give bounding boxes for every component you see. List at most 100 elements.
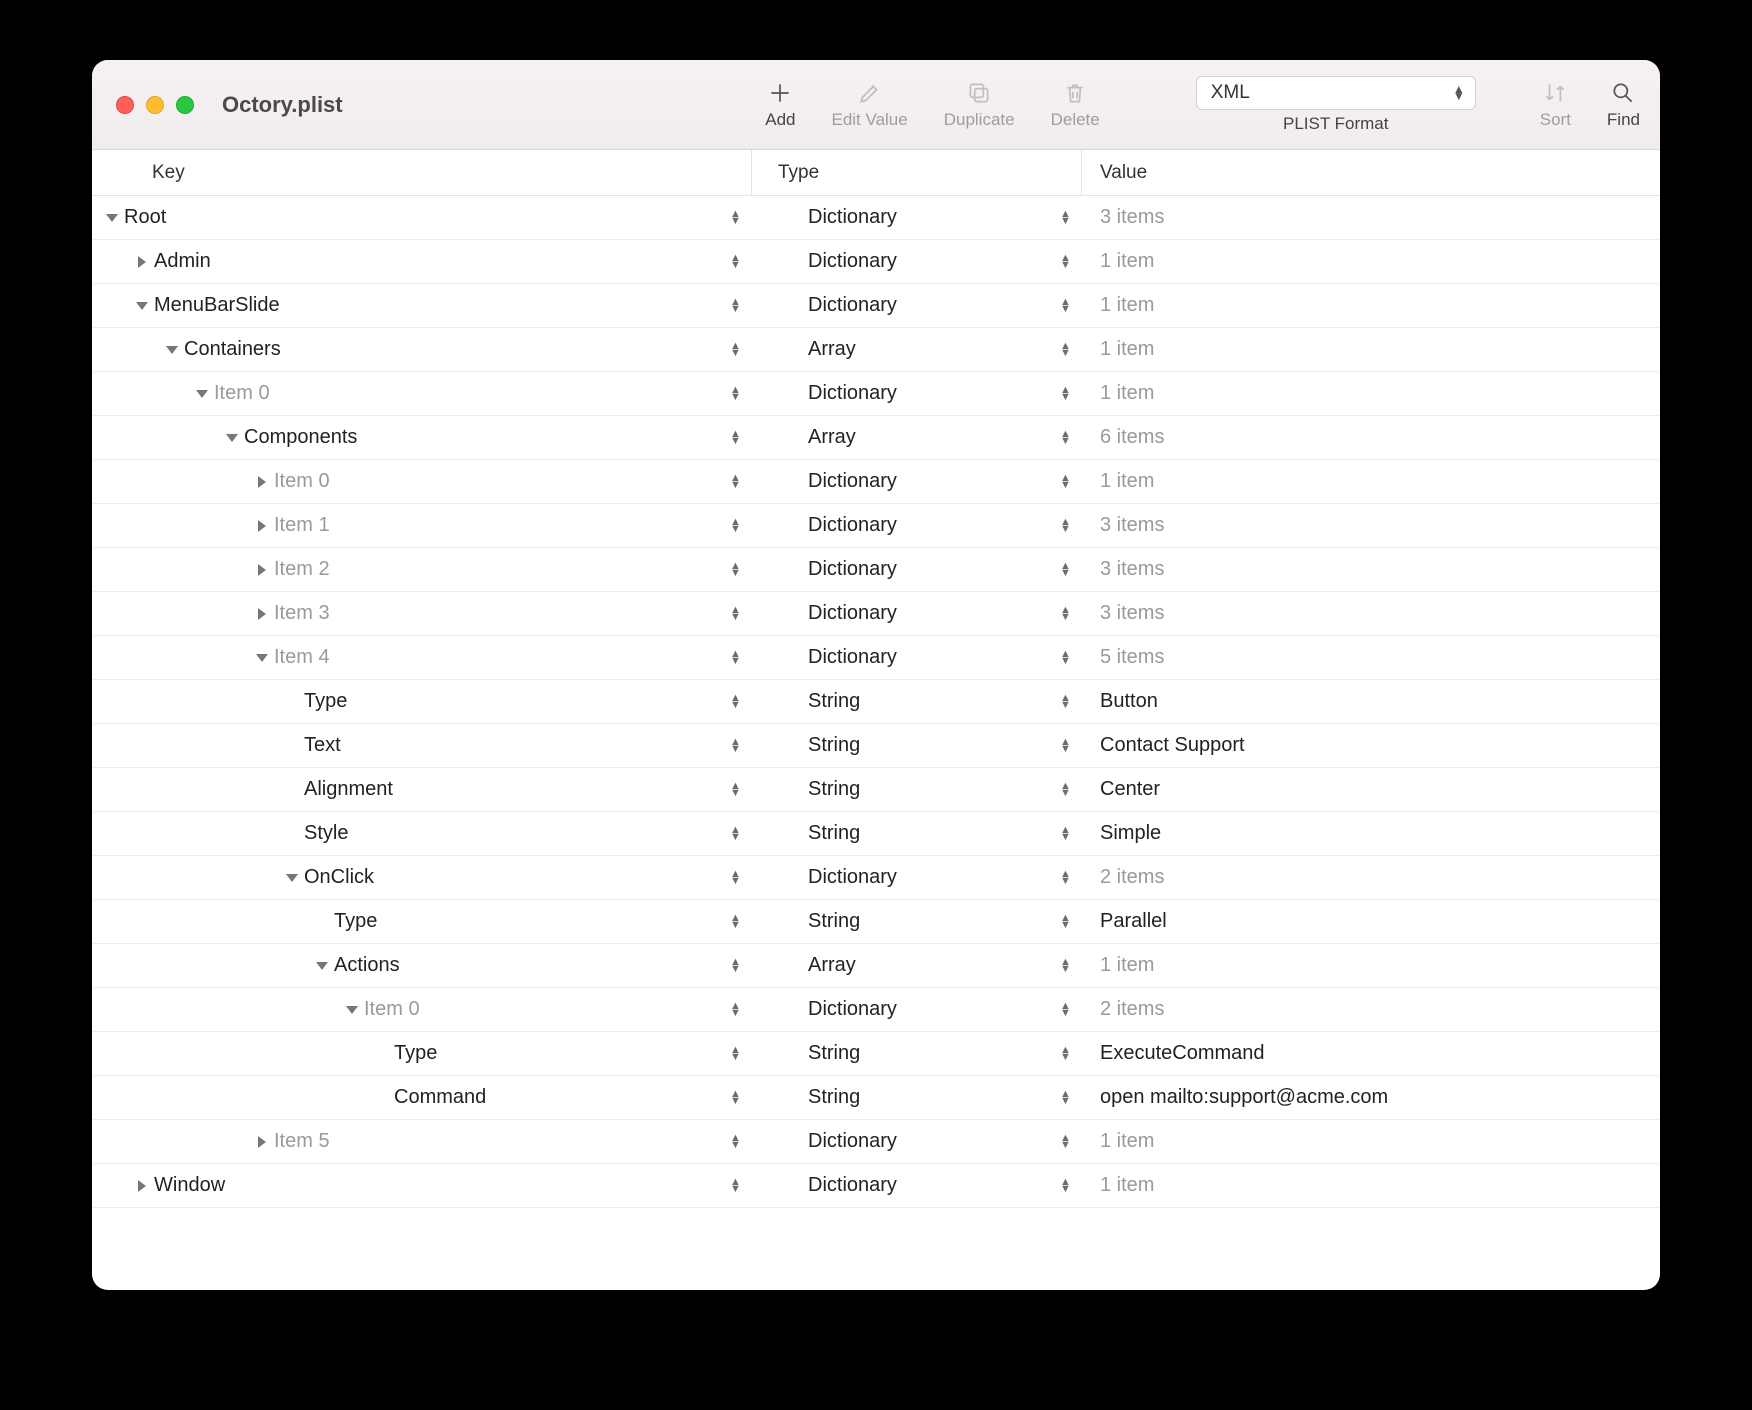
header-type[interactable]: Type [752,150,1082,195]
row-type[interactable]: Dictionary [808,250,897,273]
value-stepper-icon[interactable]: ▲▼ [1060,475,1071,489]
row-type[interactable]: String [808,822,860,845]
duplicate-button[interactable]: Duplicate [944,80,1015,130]
value-stepper-icon[interactable]: ▲▼ [1060,827,1071,841]
table-row[interactable]: Type▲▼String▲▼ExecuteCommand [92,1032,1660,1076]
disclosure-triangle-icon[interactable] [136,302,148,310]
type-stepper-icon[interactable]: ▲▼ [730,783,741,797]
table-row[interactable]: Command▲▼String▲▼open mailto:support@acm… [92,1076,1660,1120]
disclosure-triangle-icon[interactable] [316,962,328,970]
table-row[interactable]: Item 0▲▼Dictionary▲▼1 item [92,372,1660,416]
table-row[interactable]: Style▲▼String▲▼Simple [92,812,1660,856]
value-stepper-icon[interactable]: ▲▼ [1060,871,1071,885]
table-row[interactable]: Item 0▲▼Dictionary▲▼1 item [92,460,1660,504]
disclosure-triangle-icon[interactable] [258,564,266,576]
row-type[interactable]: String [808,1042,860,1065]
disclosure-triangle-icon[interactable] [346,1006,358,1014]
type-stepper-icon[interactable]: ▲▼ [730,519,741,533]
table-row[interactable]: Admin▲▼Dictionary▲▼1 item [92,240,1660,284]
row-type[interactable]: Dictionary [808,602,897,625]
value-stepper-icon[interactable]: ▲▼ [1060,387,1071,401]
type-stepper-icon[interactable]: ▲▼ [730,475,741,489]
value-stepper-icon[interactable]: ▲▼ [1060,1135,1071,1149]
type-stepper-icon[interactable]: ▲▼ [730,1003,741,1017]
type-stepper-icon[interactable]: ▲▼ [730,343,741,357]
value-stepper-icon[interactable]: ▲▼ [1060,695,1071,709]
row-type[interactable]: Array [808,954,856,977]
row-type[interactable]: String [808,1086,860,1109]
type-stepper-icon[interactable]: ▲▼ [730,1135,741,1149]
row-type[interactable]: Dictionary [808,382,897,405]
row-value[interactable]: ExecuteCommand [1100,1042,1265,1065]
type-stepper-icon[interactable]: ▲▼ [730,607,741,621]
table-row[interactable]: Item 5▲▼Dictionary▲▼1 item [92,1120,1660,1164]
value-stepper-icon[interactable]: ▲▼ [1060,211,1071,225]
close-window-button[interactable] [116,96,134,114]
value-stepper-icon[interactable]: ▲▼ [1060,255,1071,269]
row-type[interactable]: String [808,734,860,757]
value-stepper-icon[interactable]: ▲▼ [1060,783,1071,797]
value-stepper-icon[interactable]: ▲▼ [1060,651,1071,665]
type-stepper-icon[interactable]: ▲▼ [730,431,741,445]
table-row[interactable]: Actions▲▼Array▲▼1 item [92,944,1660,988]
type-stepper-icon[interactable]: ▲▼ [730,739,741,753]
sort-button[interactable]: Sort [1540,80,1571,130]
row-value[interactable]: open mailto:support@acme.com [1100,1086,1388,1109]
delete-button[interactable]: Delete [1051,80,1100,130]
type-stepper-icon[interactable]: ▲▼ [730,695,741,709]
value-stepper-icon[interactable]: ▲▼ [1060,1047,1071,1061]
value-stepper-icon[interactable]: ▲▼ [1060,607,1071,621]
find-button[interactable]: Find [1607,80,1640,130]
table-row[interactable]: Alignment▲▼String▲▼Center [92,768,1660,812]
type-stepper-icon[interactable]: ▲▼ [730,299,741,313]
value-stepper-icon[interactable]: ▲▼ [1060,1091,1071,1105]
row-type[interactable]: Dictionary [808,470,897,493]
disclosure-triangle-icon[interactable] [286,874,298,882]
table-row[interactable]: Item 2▲▼Dictionary▲▼3 items [92,548,1660,592]
type-stepper-icon[interactable]: ▲▼ [730,255,741,269]
disclosure-triangle-icon[interactable] [256,654,268,662]
disclosure-triangle-icon[interactable] [196,390,208,398]
value-stepper-icon[interactable]: ▲▼ [1060,343,1071,357]
row-type[interactable]: Dictionary [808,646,897,669]
disclosure-triangle-icon[interactable] [226,434,238,442]
table-row[interactable]: Components▲▼Array▲▼6 items [92,416,1660,460]
row-type[interactable]: Array [808,426,856,449]
value-stepper-icon[interactable]: ▲▼ [1060,519,1071,533]
table-row[interactable]: Root▲▼Dictionary▲▼3 items [92,196,1660,240]
type-stepper-icon[interactable]: ▲▼ [730,1047,741,1061]
zoom-window-button[interactable] [176,96,194,114]
type-stepper-icon[interactable]: ▲▼ [730,211,741,225]
disclosure-triangle-icon[interactable] [138,256,146,268]
disclosure-triangle-icon[interactable] [106,214,118,222]
disclosure-triangle-icon[interactable] [258,608,266,620]
disclosure-triangle-icon[interactable] [166,346,178,354]
row-value[interactable]: Center [1100,778,1160,801]
table-row[interactable]: Item 0▲▼Dictionary▲▼2 items [92,988,1660,1032]
header-key[interactable]: Key [92,150,752,195]
value-stepper-icon[interactable]: ▲▼ [1060,299,1071,313]
value-stepper-icon[interactable]: ▲▼ [1060,1179,1071,1193]
type-stepper-icon[interactable]: ▲▼ [730,959,741,973]
table-row[interactable]: Item 3▲▼Dictionary▲▼3 items [92,592,1660,636]
type-stepper-icon[interactable]: ▲▼ [730,827,741,841]
type-stepper-icon[interactable]: ▲▼ [730,651,741,665]
row-type[interactable]: Dictionary [808,998,897,1021]
row-type[interactable]: Dictionary [808,1130,897,1153]
table-row[interactable]: Type▲▼String▲▼Parallel [92,900,1660,944]
value-stepper-icon[interactable]: ▲▼ [1060,431,1071,445]
value-stepper-icon[interactable]: ▲▼ [1060,739,1071,753]
row-value[interactable]: Simple [1100,822,1161,845]
row-type[interactable]: String [808,778,860,801]
disclosure-triangle-icon[interactable] [138,1180,146,1192]
row-type[interactable]: Dictionary [808,206,897,229]
table-row[interactable]: Item 4▲▼Dictionary▲▼5 items [92,636,1660,680]
table-row[interactable]: Text▲▼String▲▼Contact Support [92,724,1660,768]
row-type[interactable]: Dictionary [808,1174,897,1197]
format-selector[interactable]: XML ▲▼ [1196,76,1476,110]
row-value[interactable]: Parallel [1100,910,1167,933]
type-stepper-icon[interactable]: ▲▼ [730,387,741,401]
row-value[interactable]: Button [1100,690,1158,713]
disclosure-triangle-icon[interactable] [258,520,266,532]
edit-value-button[interactable]: Edit Value [831,80,907,130]
